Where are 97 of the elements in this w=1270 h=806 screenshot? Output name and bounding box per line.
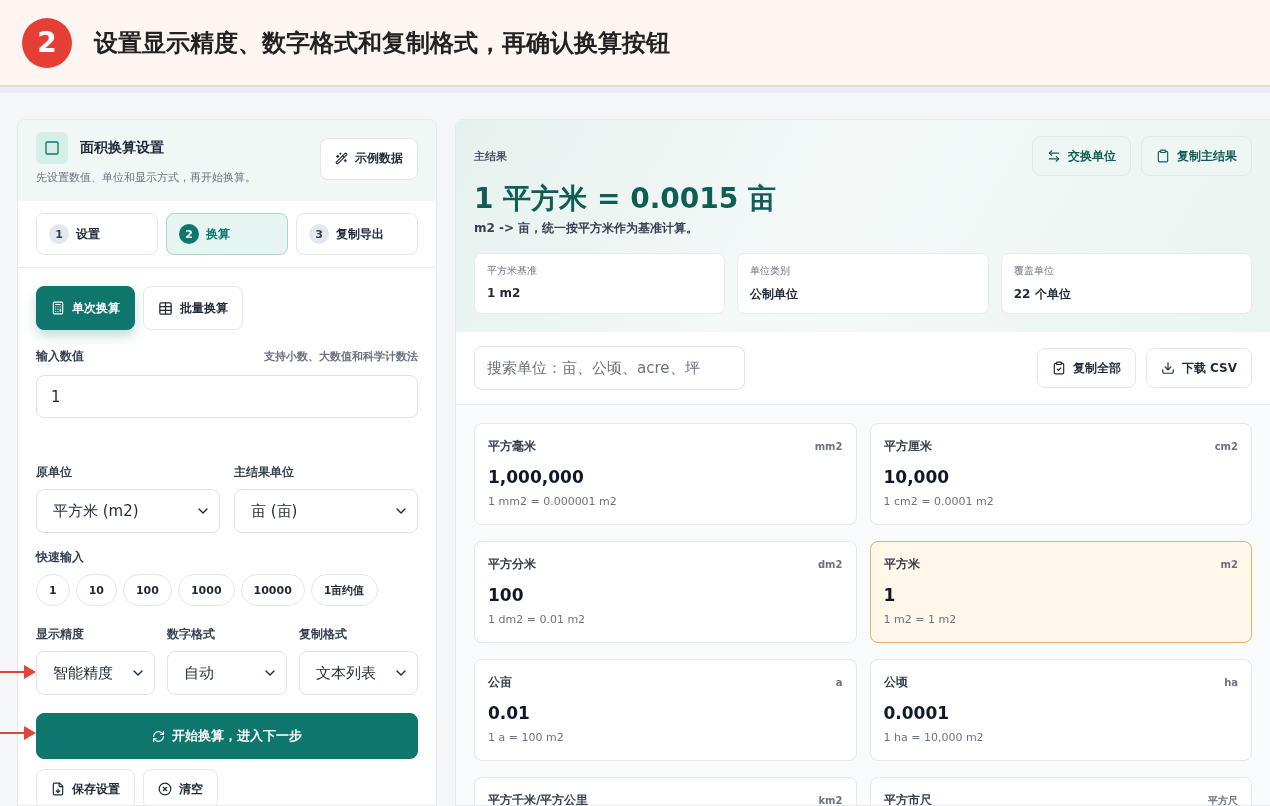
quick-value-chip[interactable]: 1	[36, 574, 70, 606]
arrow-icon	[0, 725, 36, 741]
stat-label: 覆盖单位	[1013, 264, 1055, 278]
field-label: 主结果单位	[234, 464, 295, 481]
unit-card[interactable]: 平方毫米 mm2 1,000,000 1 mm2 = 0.000001 m2	[474, 423, 857, 525]
unit-symbol: km2	[818, 795, 843, 805]
unit-formula: 1 m2 = 1 m2	[883, 613, 958, 626]
quick-value-chip[interactable]: 1000	[177, 574, 235, 606]
mode-tab[interactable]: 单次换算	[36, 286, 135, 330]
unit-card[interactable]: 平方分米 dm2 100 1 dm2 = 0.01 m2	[474, 541, 857, 643]
download-csv-button[interactable]: 下载 CSV	[1145, 348, 1252, 388]
refresh-icon	[152, 729, 165, 743]
close-icon	[158, 782, 172, 796]
step-number: 1	[49, 224, 69, 244]
input-field[interactable]: 1	[36, 375, 418, 418]
field-label: 原单位	[36, 464, 73, 481]
clipboard-icon	[1156, 149, 1170, 163]
square-icon	[36, 132, 68, 164]
select-field[interactable]: 自动	[167, 651, 287, 695]
unit-symbol: 平方尺	[1208, 793, 1238, 805]
field-label: 数字格式	[167, 626, 217, 643]
save-settings-button[interactable]: 保存设置	[36, 769, 135, 805]
field-label: 复制格式	[298, 626, 348, 643]
unit-value: 10,000	[883, 467, 951, 487]
stat-label: 单位类别	[750, 264, 792, 278]
download-icon	[51, 782, 65, 796]
clipboard-icon	[1051, 361, 1066, 375]
panel-subtitle: 先设置数值、单位和显示方式，再开始换算。	[36, 170, 256, 185]
unit-card[interactable]: 平方厘米 cm2 10,000 1 cm2 = 0.0001 m2	[869, 423, 1252, 525]
unit-symbol: dm2	[817, 559, 843, 570]
unit-value: 1	[883, 585, 897, 605]
unit-card[interactable]: 公顷 ha 0.0001 1 ha = 10,000 m2	[869, 659, 1252, 761]
step-tab[interactable]: 1 设置	[36, 213, 158, 255]
clear-button[interactable]: 清空	[143, 769, 218, 805]
step-number: 3	[309, 224, 329, 244]
unit-name: 平方毫米	[488, 438, 536, 455]
quick-value-chip[interactable]: 100	[122, 574, 172, 606]
stat-label: 平方米基准	[487, 264, 538, 278]
search-field[interactable]: 搜索单位：亩、公顷、acre、坪	[474, 346, 745, 390]
unit-symbol: ha	[1224, 677, 1238, 688]
select-field[interactable]: 平方米 (m2)	[36, 489, 220, 533]
step-tab[interactable]: 3 复制导出	[296, 213, 418, 255]
result-note: m2 -> 亩，统一按平方米作为基准计算。	[474, 220, 700, 237]
convert-button[interactable]: 开始换算，进入下一步	[36, 713, 418, 759]
unit-name: 公顷	[883, 674, 908, 691]
unit-name: 平方市尺	[883, 792, 932, 805]
unit-formula: 1 mm2 = 0.000001 m2	[488, 495, 618, 508]
unit-name: 平方米	[883, 556, 920, 573]
select-field[interactable]: 智能精度	[36, 651, 156, 695]
stat-value: 公制单位	[750, 286, 800, 303]
unit-name: 平方厘米	[883, 438, 932, 455]
swap-units-button[interactable]: 交换单位	[1032, 136, 1131, 176]
stat-value: 22 个单位	[1013, 286, 1072, 303]
step-tab[interactable]: 2 换算	[166, 213, 288, 255]
step-number: 2	[22, 17, 72, 68]
field-label: 快速输入	[36, 549, 85, 566]
unit-name: 公亩	[488, 674, 512, 691]
unit-formula: 1 ha = 10,000 m2	[883, 731, 985, 744]
unit-card[interactable]: 平方市尺 平方尺	[869, 777, 1252, 805]
step-number: 2	[179, 224, 199, 244]
unit-symbol: m2	[1220, 559, 1238, 570]
unit-card[interactable]: 平方米 m2 1 1 m2 = 1 m2	[869, 541, 1252, 643]
result-label: 主结果	[474, 148, 507, 164]
unit-formula: 1 a = 100 m2	[488, 731, 565, 744]
unit-formula: 1 dm2 = 0.01 m2	[488, 613, 587, 626]
sample-data-button[interactable]: 示例数据	[320, 137, 418, 180]
unit-symbol: mm2	[814, 441, 843, 452]
select-field[interactable]: 文本列表	[298, 651, 418, 695]
table-icon	[158, 300, 173, 316]
quick-value-chip[interactable]: 10000	[240, 574, 305, 606]
panel-title: 面积换算设置	[80, 139, 164, 157]
swap-icon	[1047, 149, 1061, 163]
unit-value: 0.01	[488, 703, 531, 723]
unit-name: 平方分米	[488, 556, 536, 573]
field-label: 显示精度	[36, 626, 85, 643]
field-hint: 支持小数、大数值和科学计数法	[264, 349, 418, 364]
calculator-icon	[51, 301, 65, 315]
unit-card[interactable]: 公亩 a 0.01 1 a = 100 m2	[474, 659, 857, 761]
quick-value-chip[interactable]: 10	[75, 574, 117, 606]
arrow-icon	[0, 664, 36, 680]
result-headline: 1 平方米 = 0.0015 亩	[474, 181, 777, 217]
stat-value: 1 m2	[487, 286, 522, 300]
wand-icon	[335, 152, 348, 165]
field-label: 输入数值	[36, 348, 84, 365]
unit-symbol: a	[835, 677, 843, 688]
mode-tab[interactable]: 批量换算	[143, 286, 243, 330]
unit-value: 100	[488, 585, 525, 605]
select-field[interactable]: 亩 (亩)	[234, 489, 418, 533]
banner-title: 设置显示精度、数字格式和复制格式，再确认换算按钮	[94, 27, 670, 59]
quick-value-chip[interactable]: 1亩约值	[310, 574, 378, 606]
unit-value: 1,000,000	[488, 467, 585, 487]
unit-value: 0.0001	[883, 703, 951, 723]
unit-formula: 1 cm2 = 0.0001 m2	[883, 495, 995, 508]
copy-all-button[interactable]: 复制全部	[1036, 348, 1136, 388]
download-icon	[1160, 361, 1175, 375]
copy-result-button[interactable]: 复制主结果	[1141, 136, 1252, 176]
unit-symbol: cm2	[1214, 441, 1238, 452]
